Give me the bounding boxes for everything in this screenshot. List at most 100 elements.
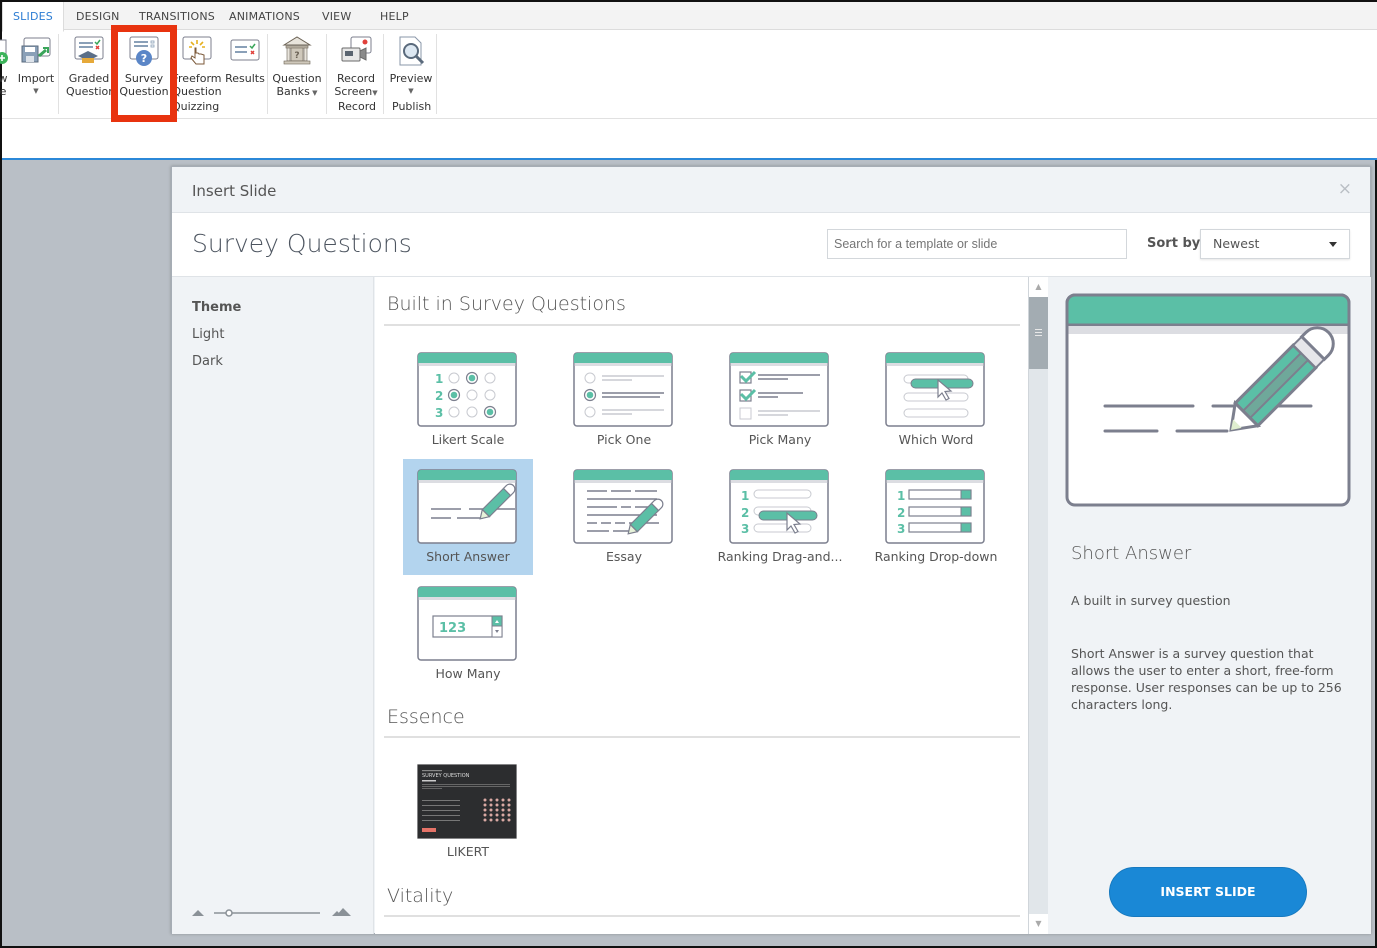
svg-text:?: ? — [294, 51, 299, 61]
svg-text:3: 3 — [897, 522, 905, 536]
template-ranking-drop-down[interactable]: 1 2 3 Ranking Drop-down — [871, 459, 1001, 575]
insert-slide-dialog: Insert Slide × Survey Questions Sort by:… — [171, 166, 1371, 934]
svg-text:3: 3 — [741, 522, 749, 536]
how-many-icon: 123 — [417, 586, 517, 661]
tab-slides[interactable]: SLIDES — [2, 2, 64, 32]
scroll-up-arrow-icon[interactable]: ▲ — [1029, 277, 1048, 297]
ribbon-separator — [383, 34, 384, 114]
question-banks-button[interactable]: ? Question Banks ▼ — [272, 34, 322, 100]
thumbnail-size-slider[interactable] — [192, 905, 357, 919]
template-label: Ranking Drag-and... — [717, 549, 843, 564]
ribbon: SLIDES DESIGN TRANSITIONS ANIMATIONS VIE… — [0, 0, 1377, 160]
import-dropdown-caret[interactable]: ▼ — [16, 85, 56, 98]
chevron-down-icon: ▼ — [372, 89, 378, 97]
sidebar-item-dark[interactable]: Dark — [192, 354, 223, 369]
scrollbar-thumb[interactable] — [1029, 297, 1048, 369]
question-banks-label: Question — [272, 72, 322, 85]
template-pick-one[interactable]: Pick One — [559, 342, 689, 458]
template-label: Likert Scale — [431, 432, 505, 447]
tab-view[interactable]: VIEW — [322, 10, 351, 23]
likert-thumb-heading: SURVEY QUESTION — [422, 773, 470, 779]
import-button[interactable]: Import ▼ — [16, 34, 56, 98]
likert-template-thumbnail: SURVEY QUESTION — [417, 764, 517, 839]
ranking-drag-icon: 1 2 3 — [729, 469, 829, 544]
template-pick-many[interactable]: Pick Many — [715, 342, 845, 458]
tab-transitions[interactable]: TRANSITIONS — [139, 10, 215, 23]
section-divider — [384, 736, 1020, 738]
short-answer-preview-image — [1065, 293, 1351, 507]
group-label-publish: Publish — [392, 100, 432, 113]
insert-slide-button[interactable]: INSERT SLIDE — [1109, 867, 1307, 917]
pick-many-icon — [729, 352, 829, 427]
section-title-essence: Essence — [387, 706, 465, 728]
ribbon-separator — [436, 34, 437, 114]
essay-icon — [573, 469, 673, 544]
record-screen-button[interactable]: Record Screen▼ — [332, 34, 380, 100]
template-how-many[interactable]: 123 How Many — [403, 576, 533, 692]
short-answer-icon — [417, 469, 517, 544]
question-banks-label-2: Banks ▼ — [272, 85, 322, 100]
preview-label: Preview — [389, 72, 433, 85]
freeform-question-button[interactable]: Freeform Question — [172, 34, 222, 98]
sort-selected-value: Newest — [1213, 236, 1260, 251]
template-gallery[interactable]: Built in Survey Questions 1 2 3 Likert S… — [375, 277, 1028, 934]
question-banks-label-text: Banks — [276, 85, 310, 98]
chevron-down-icon: ▼ — [309, 89, 318, 97]
ribbon-tabs: SLIDES DESIGN TRANSITIONS ANIMATIONS VIE… — [2, 0, 1377, 32]
new-slide-label: w — [0, 72, 8, 85]
freeform-question-label: Freeform — [172, 72, 222, 85]
new-slide-button[interactable]: w e — [0, 34, 10, 98]
preview-dropdown-caret[interactable]: ▼ — [388, 85, 434, 98]
preview-title: Short Answer — [1071, 543, 1192, 564]
new-slide-icon — [0, 34, 10, 68]
template-which-word[interactable]: Which Word — [871, 342, 1001, 458]
graded-question-label: Graded — [68, 72, 110, 85]
import-label: Import — [17, 72, 55, 85]
group-label-quizzing: Quizzing — [172, 100, 220, 113]
page-title: Survey Questions — [192, 229, 412, 258]
template-essence-likert[interactable]: SURVEY QUESTION LIKERT — [403, 754, 533, 870]
template-label: Essay — [606, 549, 642, 564]
ribbon-divider — [2, 118, 1377, 119]
preview-description: Short Answer is a survey question that a… — [1071, 646, 1342, 712]
template-short-answer[interactable]: Short Answer — [403, 459, 533, 575]
tab-help[interactable]: HELP — [380, 10, 409, 23]
close-icon[interactable]: × — [1338, 179, 1352, 199]
sort-dropdown[interactable]: Newest — [1200, 229, 1350, 259]
dialog-header: Survey Questions Sort by: Newest — [172, 212, 1370, 277]
template-essay[interactable]: Essay — [559, 459, 689, 575]
gallery-scrollbar[interactable]: ▲ ▼ — [1028, 277, 1048, 934]
survey-question-highlight-box — [111, 25, 177, 122]
svg-text:3: 3 — [435, 406, 443, 420]
search-input[interactable] — [827, 229, 1127, 259]
question-banks-icon: ? — [280, 34, 314, 68]
new-slide-label-2: e — [0, 85, 7, 98]
graded-question-button[interactable]: Graded Question — [66, 34, 115, 98]
svg-text:1: 1 — [435, 372, 443, 386]
scroll-down-arrow-icon[interactable]: ▼ — [1029, 914, 1048, 934]
large-size-icon — [332, 908, 351, 916]
template-label: Ranking Drop-down — [874, 549, 998, 564]
template-label: Which Word — [898, 432, 974, 447]
template-likert-scale[interactable]: 1 2 3 Likert Scale — [403, 342, 533, 458]
small-size-icon — [192, 910, 204, 916]
preview-subtitle: A built in survey question — [1071, 593, 1231, 608]
preview-button[interactable]: Preview ▼ — [388, 34, 434, 98]
svg-text:2: 2 — [741, 506, 749, 520]
section-divider — [384, 324, 1020, 326]
preview-icon — [394, 34, 428, 68]
graded-question-icon — [72, 34, 106, 68]
results-button[interactable]: Results — [224, 34, 266, 85]
template-ranking-drag-and-drop[interactable]: 1 2 3 Ranking Drag-and... — [715, 459, 845, 575]
template-label: Short Answer — [426, 549, 510, 564]
group-label-record: Record — [338, 100, 377, 113]
results-label: Results — [225, 72, 265, 85]
import-icon — [19, 34, 53, 68]
preview-panel: Short Answer A built in survey question … — [1048, 277, 1371, 934]
tab-animations[interactable]: ANIMATIONS — [229, 10, 300, 23]
likert-scale-icon: 1 2 3 — [417, 352, 517, 427]
sidebar-item-light[interactable]: Light — [192, 327, 224, 342]
record-screen-label-text: Screen — [334, 85, 373, 98]
tab-design[interactable]: DESIGN — [76, 10, 120, 23]
pick-one-icon — [573, 352, 673, 427]
